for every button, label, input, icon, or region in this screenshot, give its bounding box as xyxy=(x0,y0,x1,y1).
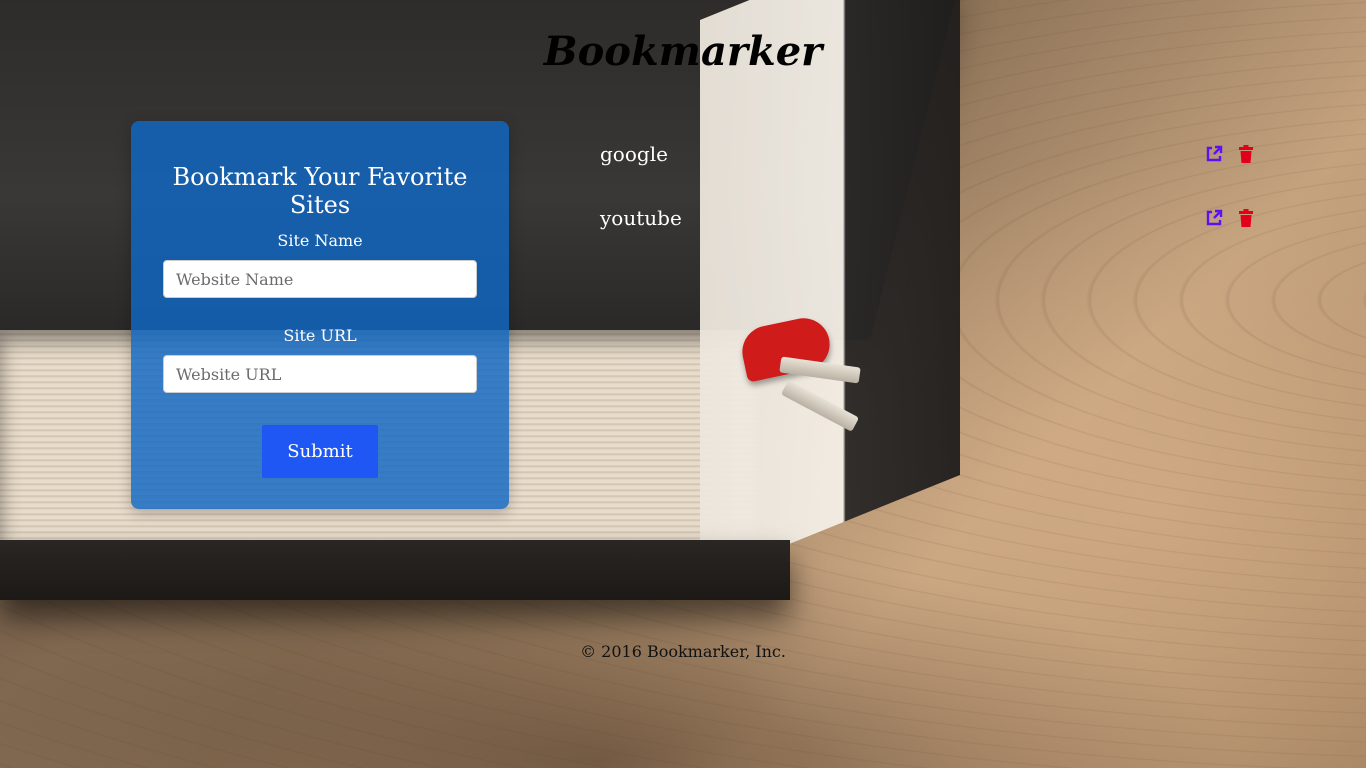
footer-copyright: © 2016 Bookmarker, Inc. xyxy=(580,642,786,661)
bookmark-item: google xyxy=(600,140,1260,204)
bookmark-actions xyxy=(1204,144,1256,164)
bookmark-actions xyxy=(1204,208,1256,228)
trash-icon[interactable] xyxy=(1236,144,1256,164)
form-heading: Bookmark Your Favorite Sites xyxy=(172,163,468,219)
bookmark-form-card: Bookmark Your Favorite Sites Site Name S… xyxy=(131,121,509,509)
site-name-input[interactable] xyxy=(163,260,477,298)
external-link-icon[interactable] xyxy=(1204,208,1224,228)
bookmark-name: google xyxy=(600,142,668,166)
site-url-label: Site URL xyxy=(283,326,357,345)
bookmark-item: youtube xyxy=(600,204,1260,268)
submit-button[interactable]: Submit xyxy=(262,425,378,478)
page-title: Bookmarker xyxy=(543,28,823,75)
book-bottom-cover xyxy=(0,540,790,600)
bookmark-list: google youtube xyxy=(600,140,1260,268)
site-name-label: Site Name xyxy=(277,231,363,250)
bookmark-name: youtube xyxy=(600,206,682,230)
external-link-icon[interactable] xyxy=(1204,144,1224,164)
site-url-input[interactable] xyxy=(163,355,477,393)
trash-icon[interactable] xyxy=(1236,208,1256,228)
